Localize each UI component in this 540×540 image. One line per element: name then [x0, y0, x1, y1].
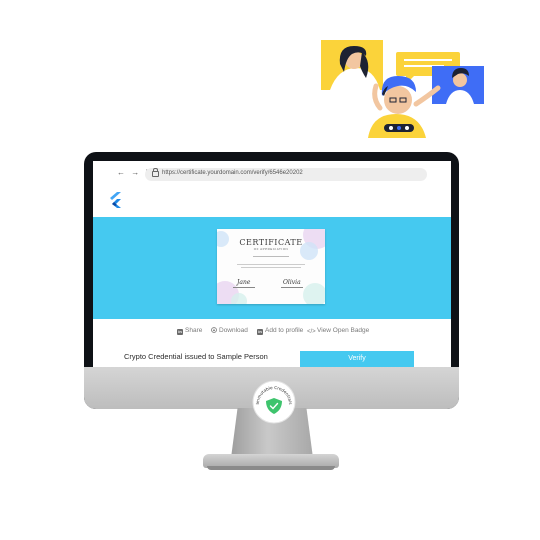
share-button[interactable]: in Share	[177, 327, 202, 335]
video-call-illustration	[318, 38, 488, 138]
view-badge-label: View Open Badge	[317, 327, 370, 334]
signature-line-left	[233, 287, 255, 288]
share-label: Share	[185, 327, 203, 334]
browser-toolbar: ← → ↻ https://certificate.yourdomain.com…	[93, 161, 451, 186]
certificate-body-line	[241, 267, 301, 268]
download-label: Download	[219, 327, 248, 334]
certificate-subtitle: OF APPRECIATION	[253, 247, 289, 251]
flutter-logo-icon[interactable]	[109, 192, 123, 213]
add-to-profile-button[interactable]: in Add to profile	[257, 327, 303, 335]
code-icon: </>	[307, 329, 316, 335]
linkedin-icon: in	[257, 329, 263, 335]
credential-actions: in Share Download in Add to profile </>Vie…	[93, 325, 451, 339]
site-header	[93, 185, 451, 214]
certificate-preview[interactable]: CERTIFICATE OF APPRECIATION Jane Olivia	[217, 229, 325, 304]
linkedin-icon: in	[177, 329, 183, 335]
download-button[interactable]: Download	[211, 327, 248, 334]
credential-issued-text: Crypto Credential issued to Sample Perso…	[124, 352, 268, 361]
verify-button[interactable]: Verify	[300, 351, 414, 367]
immutable-credentials-badge: Immutable Credentials	[252, 380, 296, 424]
monitor-stand-shadow	[207, 466, 335, 470]
signature-line-right	[281, 287, 303, 288]
view-open-badge-button[interactable]: </>View Open Badge	[307, 327, 369, 335]
download-icon	[211, 327, 217, 333]
certificate-body-line	[237, 264, 305, 265]
add-to-profile-label: Add to profile	[265, 327, 304, 334]
lock-icon	[152, 168, 159, 177]
certificate-hero: CERTIFICATE OF APPRECIATION Jane Olivia	[93, 217, 451, 319]
monitor-screen: ← → ↻ https://certificate.yourdomain.com…	[93, 161, 451, 367]
certificate-name-line	[253, 256, 289, 257]
address-url: https://certificate.yourdomain.com/verif…	[162, 170, 303, 176]
address-bar[interactable]: https://certificate.yourdomain.com/verif…	[145, 168, 427, 181]
signature-left: Jane	[237, 279, 251, 286]
certificate-title: CERTIFICATE	[239, 238, 303, 247]
signature-right: Olivia	[283, 279, 301, 286]
